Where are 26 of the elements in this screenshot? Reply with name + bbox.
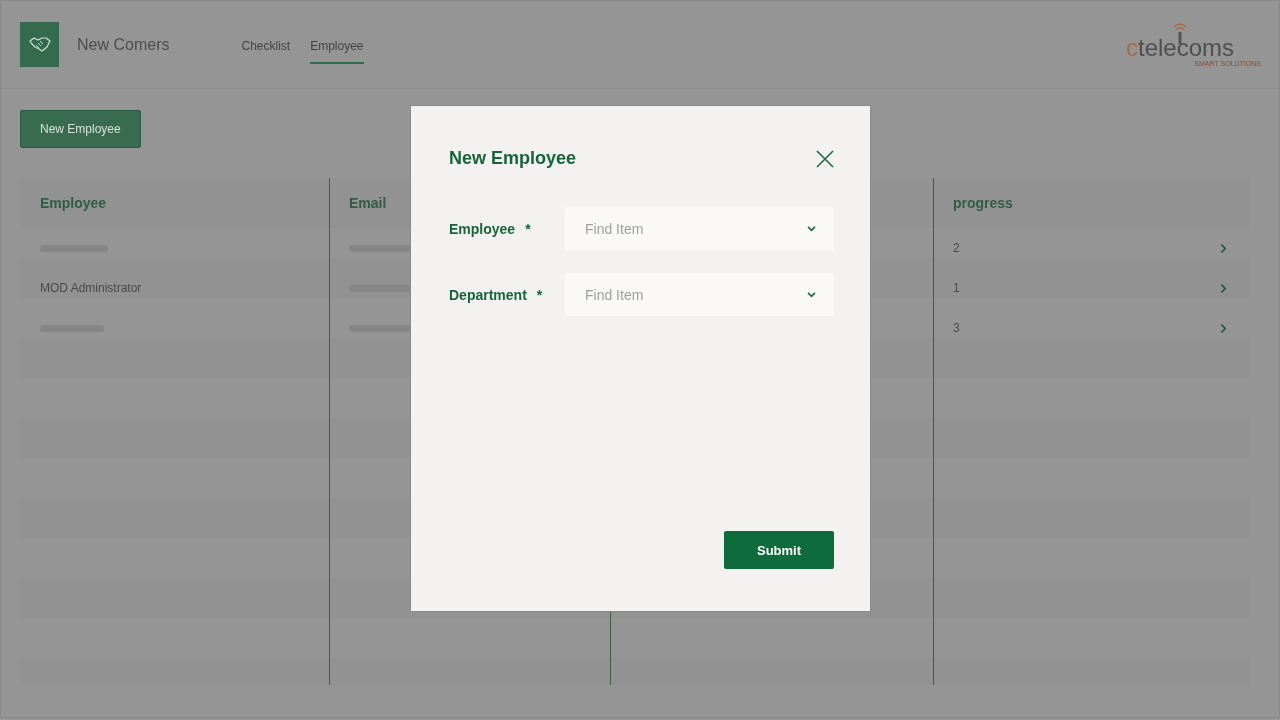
close-icon[interactable]	[816, 149, 834, 168]
nav-tab[interactable]: Checklist	[241, 29, 291, 64]
chevron-down-icon	[807, 291, 816, 298]
column-header: Employee	[40, 195, 107, 211]
table-cell: 2	[953, 241, 960, 255]
chevron-right-icon[interactable]	[1220, 322, 1227, 334]
company-logo-text: ctelecoms	[1126, 33, 1235, 61]
field-label: Department	[449, 286, 527, 303]
column-header: progress	[953, 195, 1013, 211]
required-mark: *	[536, 286, 543, 303]
submit-button[interactable]: Submit	[724, 531, 834, 569]
dropdown-field[interactable]: Find Item	[565, 273, 834, 316]
dropdown-field[interactable]: Find Item	[565, 207, 834, 250]
dialog-title: New Employee	[449, 148, 577, 169]
table-cell: 3	[953, 321, 960, 335]
app-title: New Comers	[77, 35, 170, 54]
chevron-right-icon[interactable]	[1220, 242, 1227, 254]
nav-tab[interactable]: Employee	[310, 29, 364, 64]
column-header: Email	[349, 195, 387, 211]
required-mark: *	[525, 220, 531, 237]
table-cell: 1	[953, 281, 960, 295]
new-employee-button[interactable]: New Employee	[20, 110, 141, 148]
field-label: Employee	[449, 220, 516, 237]
chevron-right-icon[interactable]	[1220, 282, 1227, 294]
table-cell: MOD Administrator	[40, 281, 142, 295]
chevron-down-icon	[807, 225, 816, 232]
